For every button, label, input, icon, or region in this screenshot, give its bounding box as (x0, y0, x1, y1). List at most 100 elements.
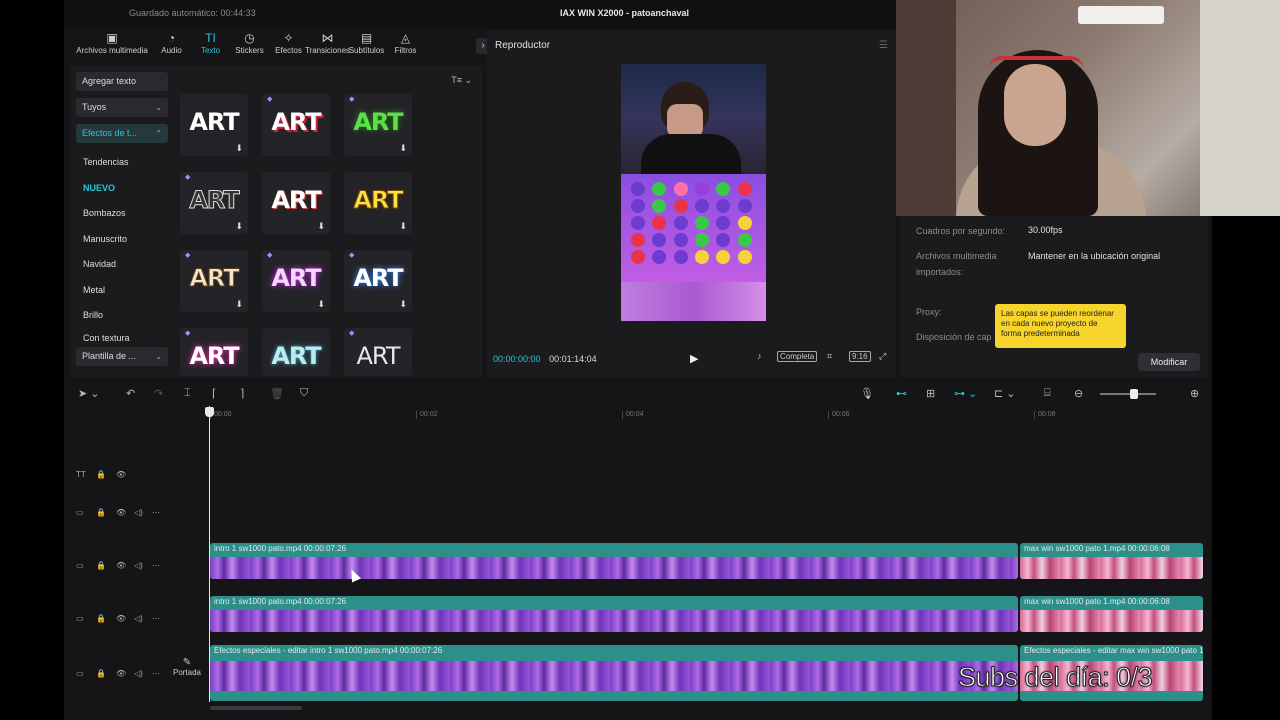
trim-left-icon[interactable]: ⌈ (212, 387, 216, 400)
play-button[interactable]: ▶ (690, 352, 698, 365)
more-icon[interactable]: ⋯ (152, 614, 160, 623)
layer-label: Disposición de cap (916, 332, 992, 342)
menu-icon[interactable]: ☰ (879, 40, 888, 51)
tab-text[interactable]: TI Texto (191, 30, 230, 64)
more-icon[interactable]: ⋯ (152, 669, 160, 678)
category-bombazos[interactable]: Bombazos (76, 201, 168, 227)
filter-icon[interactable]: T≡ ⌄ (451, 75, 472, 86)
category-textured[interactable]: Con textura (76, 329, 168, 347)
eye-icon[interactable]: 👁 (116, 614, 126, 623)
main-track-magnet-icon[interactable]: ⊷ (896, 387, 907, 400)
tab-media[interactable]: ▣ Archivos multimedia (72, 30, 152, 64)
effect-tile[interactable]: ART ⬇ (344, 172, 412, 234)
playhead-handle[interactable] (205, 407, 214, 417)
video-clip[interactable]: max win sw1000 pato 1.mp4 00:00:06:08 (1020, 596, 1203, 632)
eye-icon[interactable]: 👁 (116, 508, 126, 517)
zoom-slider-handle[interactable] (1130, 389, 1138, 399)
tab-effects[interactable]: ✧ Efectos (269, 30, 308, 64)
modify-button[interactable]: Modificar (1138, 353, 1200, 371)
effect-tile[interactable]: ◆ ART ⬇ (180, 172, 248, 234)
lock-icon[interactable]: 🔒 (96, 614, 106, 623)
video-clip[interactable]: intro 1 sw1000 pato.mp4 00:00:07:26 (210, 596, 1018, 632)
effect-tile[interactable]: ◆ ART ⬇ (344, 94, 412, 156)
lock-icon[interactable]: 🔒 (96, 508, 106, 517)
category-trending[interactable]: Tendencias (76, 150, 168, 176)
auto-snap-icon[interactable]: ⊞ (926, 387, 935, 400)
category-new[interactable]: NUEVO (76, 176, 168, 202)
effect-tile[interactable]: ◆ ART (180, 328, 248, 376)
eye-icon[interactable]: 👁 (116, 561, 126, 570)
complete-view-button[interactable]: Completa (777, 351, 818, 362)
add-text-button[interactable]: Agregar texto (76, 72, 168, 91)
category-handwritten[interactable]: Manuscrito (76, 227, 168, 253)
tab-audio[interactable]: ◔ Audio (152, 30, 191, 64)
effect-tile[interactable]: ◆ ART (344, 328, 412, 376)
tiktok-icon[interactable]: ♪ (757, 351, 762, 361)
category-glow[interactable]: Brillo (76, 303, 168, 329)
audio-icon: ◔ (167, 31, 176, 45)
playhead[interactable] (209, 406, 210, 702)
zoom-in-icon[interactable]: ⊕ (1190, 387, 1199, 400)
time-ruler[interactable]: 00:00 00:02 00:04 00:06 00:08 (210, 408, 1210, 422)
premium-icon: ◆ (185, 330, 191, 337)
aspect-ratio-button[interactable]: 9:16 (849, 351, 871, 362)
tab-subtitles[interactable]: ▤ Subtítulos (347, 30, 386, 64)
effect-tile[interactable]: ◆ ART ⬇ (344, 250, 412, 312)
brick-wall (896, 0, 956, 216)
preview-axis-icon[interactable]: ⊏ ⌄ (994, 387, 1016, 400)
video-preview[interactable] (621, 64, 766, 321)
linkage-icon[interactable]: ⊶ ⌄ (954, 387, 977, 400)
effect-tile[interactable]: ART (262, 328, 330, 376)
crop-icon[interactable]: ⌗ (827, 351, 832, 362)
trim-right-icon[interactable]: ⌉ (240, 387, 244, 400)
category-christmas[interactable]: Navidad (76, 252, 168, 278)
lock-icon[interactable]: 🔒 (96, 470, 106, 479)
effect-tile[interactable]: ◆ ART ⬇ (180, 250, 248, 312)
split-icon[interactable]: ⌶ (184, 387, 191, 400)
more-icon[interactable]: ⋯ (152, 508, 160, 517)
ruler-label: 00:08 (1034, 411, 1056, 419)
tab-filters[interactable]: ◬ Filtros (386, 30, 425, 64)
timeline-toolbar: ➤ ⌄ ↶ ↷ ⌶ ⌈ ⌉ 🗑 ⛉ 🎙 ⊷ ⊞ ⊶ ⌄ ⊏ ⌄ ⌸ ⊖ ⊕ (64, 382, 1212, 406)
more-icon[interactable]: ⋯ (152, 561, 160, 570)
fullscreen-icon[interactable]: ⤢ (879, 351, 886, 362)
fps-value: 30.00fps (1028, 225, 1063, 235)
tab-transitions[interactable]: ⋈ Transiciones (305, 30, 350, 64)
effect-tile[interactable]: ◆ ART (262, 94, 330, 156)
video-clip[interactable]: intro 1 sw1000 pato.mp4 00:00:07:26 (210, 543, 1018, 579)
audio-icon[interactable]: ◁) (134, 614, 143, 623)
zoom-slider[interactable] (1100, 393, 1156, 395)
marker-icon[interactable]: ⛉ (300, 387, 308, 400)
media-label: Archivos multimedia (916, 251, 997, 261)
media-value: Mantener en la ubicación original (1028, 251, 1161, 261)
lock-icon[interactable]: 🔒 (96, 561, 106, 570)
video-track-icon: ▭ (76, 561, 84, 570)
template-dropdown[interactable]: Plantilla de ... ⌄ (76, 346, 168, 366)
effect-tile[interactable]: ART ⬇ (180, 94, 248, 156)
microphone-icon[interactable]: 🎙 (860, 387, 874, 400)
effect-tile[interactable]: ◆ ART ⬇ (262, 250, 330, 312)
audio-icon[interactable]: ◁) (134, 561, 143, 570)
category-sidebar: Agregar texto Tuyos ⌄ Efectos de t... ⌃ … (76, 72, 168, 373)
undo-icon[interactable]: ↶ (126, 387, 135, 400)
eye-icon[interactable]: 👁 (116, 669, 126, 678)
video-clip[interactable]: max win sw1000 pato 1.mp4 00:00:06:08 (1020, 543, 1203, 579)
yours-dropdown[interactable]: Tuyos ⌄ (76, 98, 168, 117)
text-effects-dropdown[interactable]: Efectos de t... ⌃ (76, 124, 168, 143)
lock-icon[interactable]: 🔒 (96, 669, 106, 678)
zoom-out-icon[interactable]: ⊖ (1074, 387, 1083, 400)
audio-icon[interactable]: ◁) (134, 669, 143, 678)
effect-tile[interactable]: ART ⬇ (262, 172, 330, 234)
clip-thumbnails (210, 661, 1018, 691)
tab-stickers[interactable]: ◷ Stickers (230, 30, 269, 64)
fit-icon[interactable]: ⌸ (1044, 387, 1051, 400)
cover-button[interactable]: ✎ Portada (172, 657, 202, 687)
delete-icon[interactable]: 🗑 (270, 387, 284, 400)
audio-icon[interactable]: ◁) (134, 508, 143, 517)
category-metal[interactable]: Metal (76, 278, 168, 304)
select-tool-icon[interactable]: ➤ ⌄ (78, 387, 100, 400)
timeline-scrollbar[interactable] (210, 706, 302, 710)
redo-icon[interactable]: ↷ (154, 387, 163, 400)
eye-icon[interactable]: 👁 (116, 470, 126, 479)
main-video-clip[interactable]: Efectos especiales - editar intro 1 sw10… (210, 645, 1018, 701)
